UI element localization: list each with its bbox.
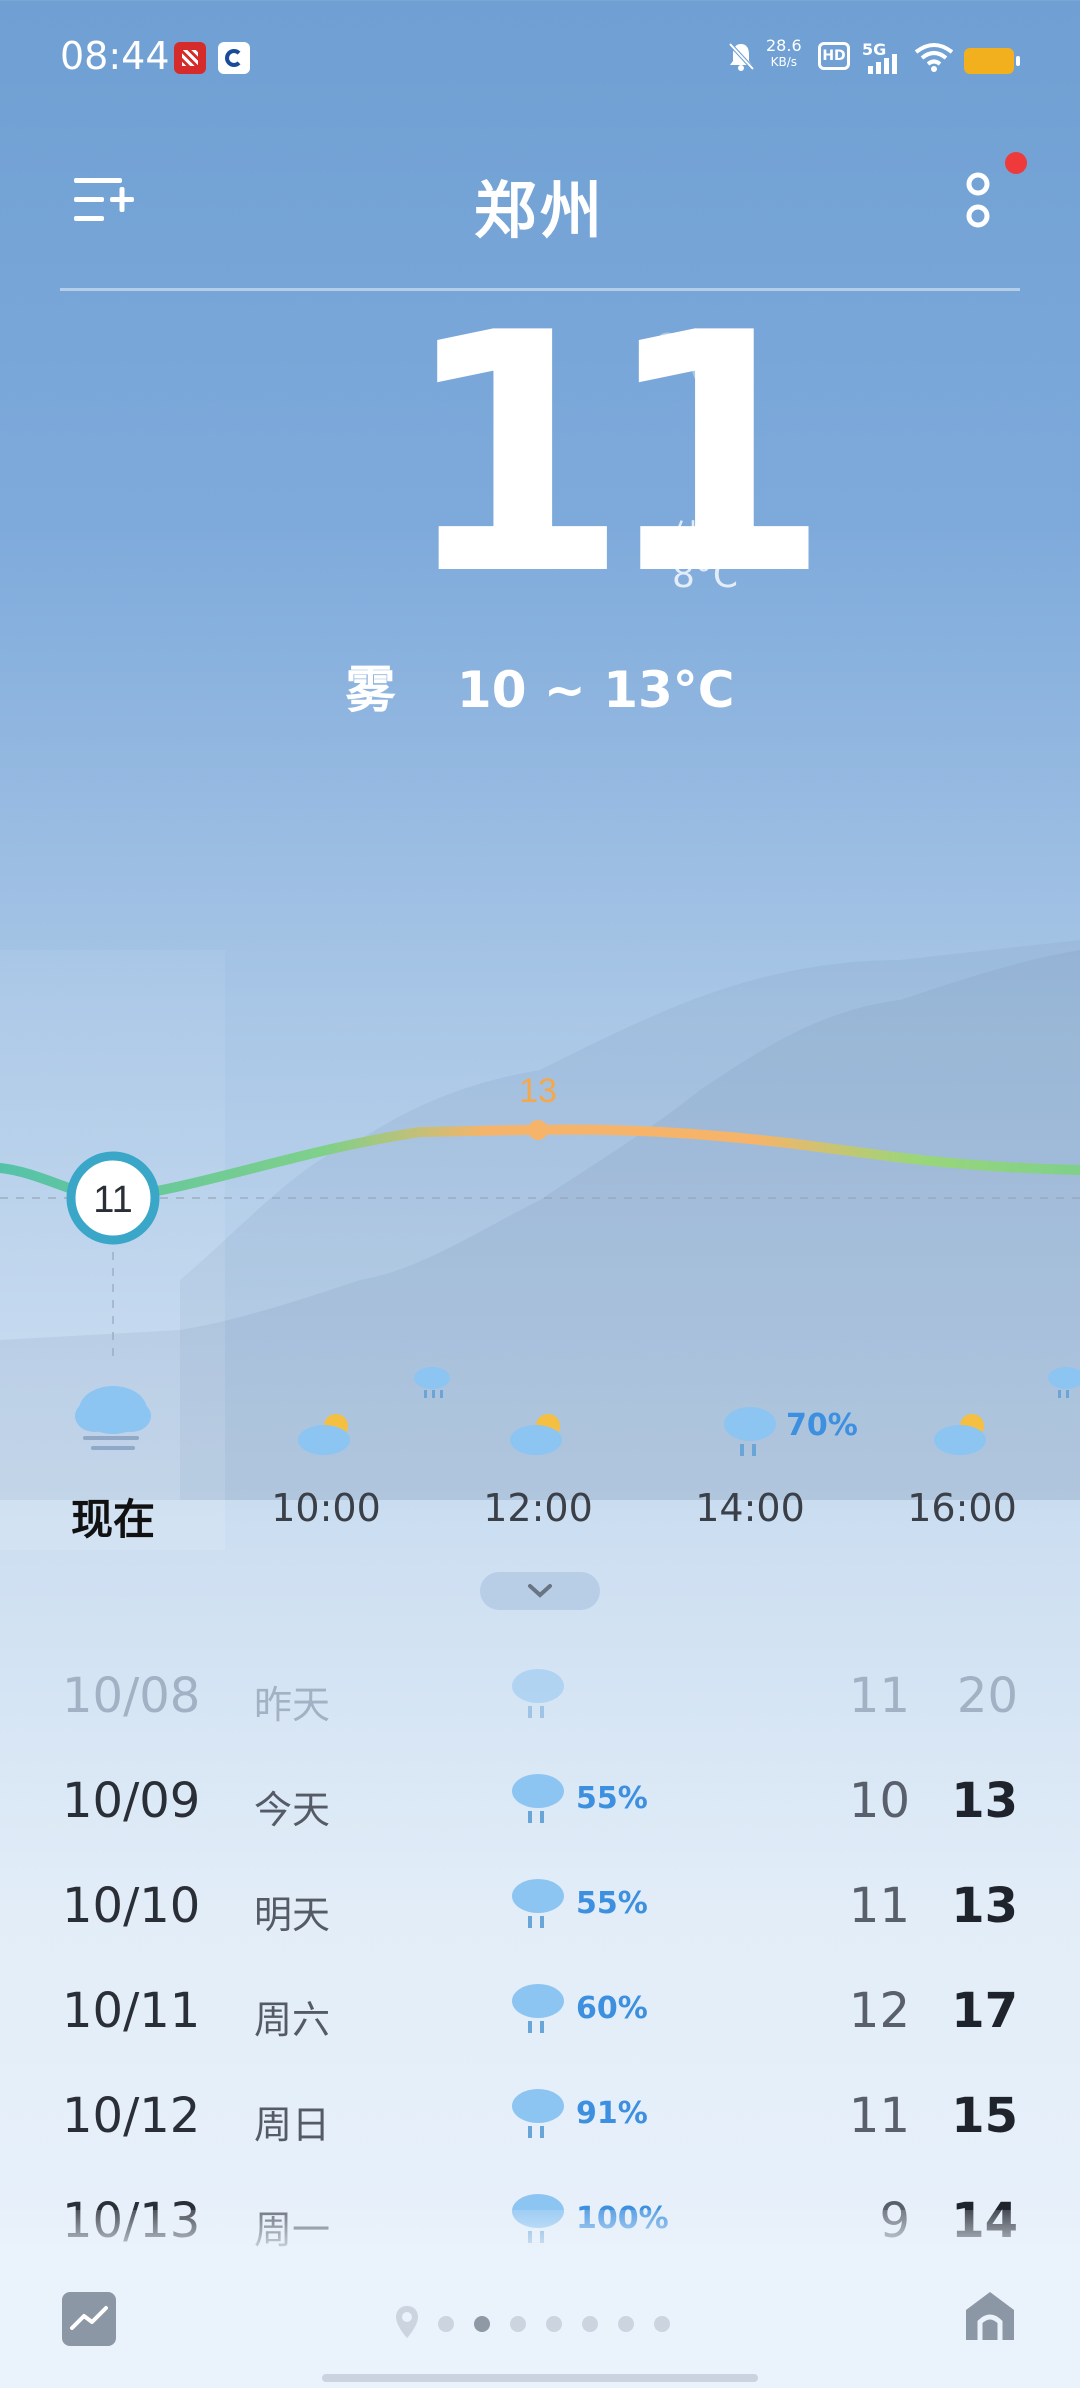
hour-label: 10:00 bbox=[271, 1486, 381, 1530]
expand-chevron-button[interactable] bbox=[480, 1572, 600, 1610]
daily-date: 10/10 bbox=[62, 1878, 201, 1934]
notification-dot bbox=[1005, 152, 1027, 174]
chevron-down-icon bbox=[528, 1584, 552, 1598]
app-notification-icon bbox=[174, 42, 206, 74]
network-speed: 28.6 KB/s bbox=[766, 38, 802, 70]
daily-high: 20 bbox=[956, 1668, 1018, 1724]
daily-high: 13 bbox=[951, 1773, 1018, 1829]
daily-low: 12 bbox=[848, 1983, 910, 2039]
daily-date: 10/11 bbox=[62, 1983, 201, 2039]
page-dot[interactable] bbox=[474, 2316, 490, 2332]
daily-day: 昨天 bbox=[254, 1683, 331, 1727]
rain-cloud-icon bbox=[512, 2089, 564, 2138]
page-indicator bbox=[392, 2302, 692, 2342]
temperature-curve bbox=[0, 1124, 1080, 1204]
signal-bars-icon bbox=[868, 54, 897, 74]
app-notification-icon bbox=[218, 42, 250, 74]
rain-cloud-icon bbox=[512, 1879, 564, 1928]
daily-date: 10/12 bbox=[62, 2088, 201, 2144]
hourly-temperature-chart: 13 11 bbox=[0, 1072, 1080, 1360]
peak-label: 13 bbox=[519, 1072, 557, 1110]
hour-precip: 70% bbox=[786, 1408, 858, 1443]
daily-date: 10/09 bbox=[62, 1773, 201, 1829]
battery-icon bbox=[964, 48, 1020, 74]
more-dots-icon[interactable] bbox=[960, 168, 1000, 238]
fog-cloud-icon bbox=[75, 1386, 151, 1450]
trend-chart-button[interactable] bbox=[62, 2292, 116, 2346]
rain-cloud-icon bbox=[512, 1774, 564, 1823]
condition-summary: 雾 10 ~ 13°C bbox=[0, 650, 1080, 722]
hour-item[interactable]: 10:00 bbox=[236, 1380, 416, 1540]
daily-low: 11 bbox=[848, 2088, 910, 2144]
daily-row[interactable]: 10/11 周六 60% 12 17 bbox=[0, 1965, 1080, 2070]
hour-item[interactable]: 16:00 bbox=[872, 1380, 1052, 1540]
temperature-range: 10 ~ 13°C bbox=[456, 661, 735, 719]
partly-cloudy-icon bbox=[298, 1414, 350, 1455]
page-dot[interactable] bbox=[654, 2316, 670, 2332]
daily-row[interactable]: 10/10 明天 55% 11 13 bbox=[0, 1860, 1080, 1965]
daily-row[interactable]: 10/09 今天 55% 10 13 bbox=[0, 1755, 1080, 1860]
hour-item[interactable]: 12:00 bbox=[448, 1380, 628, 1540]
current-temperature: 11 bbox=[400, 263, 831, 647]
partly-cloudy-icon bbox=[934, 1414, 986, 1455]
daily-high: 15 bbox=[951, 2088, 1018, 2144]
hour-label: 14:00 bbox=[695, 1486, 805, 1530]
feels-like-value: 8°C bbox=[672, 555, 739, 596]
daily-row[interactable]: 10/08 昨天 11 20 bbox=[0, 1650, 1080, 1755]
daily-date: 10/08 bbox=[62, 1668, 201, 1724]
hour-label: 12:00 bbox=[483, 1486, 593, 1530]
status-time: 08:44 bbox=[60, 34, 170, 78]
page-dot[interactable] bbox=[546, 2316, 562, 2332]
hourly-forecast: 现在 10:00 12:00 70% 14:00 16:00 bbox=[0, 1367, 1080, 1544]
daily-precip: 91% bbox=[576, 2096, 648, 2131]
hour-item[interactable]: 现在 bbox=[23, 1380, 203, 1544]
current-marker-label: 11 bbox=[93, 1179, 132, 1221]
location-pin-icon bbox=[396, 2306, 418, 2338]
rain-cloud-icon bbox=[512, 1984, 564, 2033]
rain-cloud-icon bbox=[414, 1367, 450, 1398]
network-speed-unit: KB/s bbox=[770, 55, 798, 69]
wifi-icon bbox=[914, 43, 954, 72]
daily-high: 17 bbox=[951, 1983, 1018, 2039]
feels-like-label: 体感 bbox=[672, 518, 740, 558]
hour-label: 16:00 bbox=[907, 1486, 1017, 1530]
daily-day: 周六 bbox=[254, 1998, 331, 2042]
hour-item[interactable]: 70% 14:00 bbox=[660, 1380, 858, 1540]
status-bar: 08:44 28.6 KB/s HD 5G bbox=[0, 0, 1080, 110]
daily-precip: 55% bbox=[576, 1781, 648, 1816]
hour-label: 现在 bbox=[70, 1495, 155, 1544]
daily-day: 周日 bbox=[254, 2103, 331, 2147]
daily-precip: 60% bbox=[576, 1991, 648, 2026]
page-dot[interactable] bbox=[582, 2316, 598, 2332]
daily-high: 13 bbox=[951, 1878, 1018, 1934]
daily-day: 今天 bbox=[254, 1788, 331, 1832]
daily-low: 10 bbox=[848, 1773, 910, 1829]
silent-bell-icon bbox=[728, 42, 755, 71]
condition-text: 雾 bbox=[345, 661, 396, 719]
bottom-bar bbox=[0, 2210, 1080, 2388]
daily-precip: 55% bbox=[576, 1886, 648, 1921]
partly-cloudy-icon bbox=[510, 1414, 562, 1455]
daily-row[interactable]: 10/12 周日 91% 11 15 bbox=[0, 2070, 1080, 2175]
rain-cloud-icon bbox=[724, 1407, 776, 1456]
daily-day: 明天 bbox=[254, 1893, 331, 1937]
hd-badge: HD bbox=[818, 42, 850, 70]
page-dot[interactable] bbox=[618, 2316, 634, 2332]
trend-chart-icon bbox=[70, 2306, 108, 2330]
rain-cloud-icon bbox=[512, 1669, 564, 1718]
page-dot[interactable] bbox=[510, 2316, 526, 2332]
page-dot[interactable] bbox=[438, 2316, 454, 2332]
home-icon[interactable] bbox=[962, 2288, 1018, 2344]
peak-point bbox=[528, 1120, 548, 1140]
temperature-unit: °C bbox=[648, 320, 742, 410]
city-title[interactable]: 郑州 bbox=[0, 160, 1080, 250]
daily-low: 11 bbox=[848, 1668, 910, 1724]
rain-cloud-icon bbox=[1048, 1367, 1080, 1398]
daily-low: 11 bbox=[848, 1878, 910, 1934]
home-indicator[interactable] bbox=[322, 2374, 758, 2382]
network-speed-value: 28.6 bbox=[766, 36, 802, 55]
